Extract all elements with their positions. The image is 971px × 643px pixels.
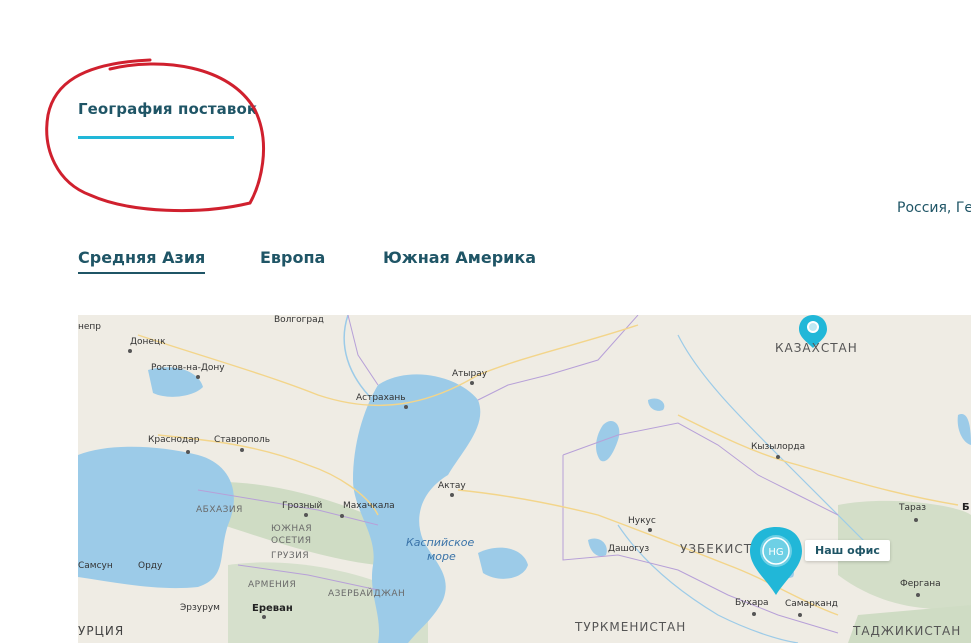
tab-south-america[interactable]: Южная Америка [383, 248, 536, 267]
city-dot [196, 375, 200, 379]
map-label: Самарканд [785, 599, 838, 609]
countries-list-text: Россия, Ге [897, 200, 971, 216]
tab-europe[interactable]: Европа [260, 248, 325, 267]
city-dot [186, 450, 190, 454]
map-label: Дашогуз [608, 544, 650, 554]
map-label: ТАДЖИКИСТАН [853, 624, 962, 638]
map-label: Донецк [130, 337, 166, 347]
map-label: Астрахань [356, 393, 406, 403]
city-dot [648, 528, 652, 532]
map-label: Бухара [735, 598, 769, 608]
city-dot [776, 455, 780, 459]
map-label: непр [78, 322, 102, 332]
city-dot [240, 448, 244, 452]
map-label: ГРУЗИЯ [271, 551, 310, 561]
map-label: Ставрополь [214, 435, 271, 445]
map-label: Ростов-на-Дону [151, 363, 225, 373]
city-dot [798, 613, 802, 617]
city-dot [404, 405, 408, 409]
map-label: Волгоград [274, 315, 324, 325]
city-dot [470, 381, 474, 385]
map-label: УЗБЕКИСТ [680, 542, 753, 556]
map-label: Эрзурум [180, 603, 220, 613]
red-annotation-circle [45, 58, 266, 213]
city-dot [752, 612, 756, 616]
city-dot [914, 518, 918, 522]
map-label: АРМЕНИЯ [248, 580, 297, 590]
map-label: Кызылорда [751, 442, 806, 452]
city-dot [262, 615, 266, 619]
map-label: Краснодар [148, 435, 200, 445]
map-label: Фергана [900, 579, 941, 589]
city-dot [304, 513, 308, 517]
map-label: Б [962, 502, 970, 513]
city-dot [450, 493, 454, 497]
map-label: УРЦИЯ [78, 624, 125, 638]
city-dot [128, 349, 132, 353]
map-label: ТУРКМЕНИСТАН [575, 620, 687, 634]
map-label: АЗЕРБАЙДЖАН [328, 589, 406, 599]
map-label: Самсун [78, 561, 113, 571]
map-label: Орду [138, 561, 163, 571]
map-label: Ереван [252, 603, 293, 614]
map-label: КАЗАХСТАН [775, 341, 858, 355]
tab-central-asia[interactable]: Средняя Азия [78, 248, 206, 274]
office-label[interactable]: Наш офис [805, 540, 890, 561]
office-logo-text: HG [768, 547, 783, 558]
city-dot [340, 514, 344, 518]
map-label: Каспийское [406, 536, 475, 549]
map-label: море [427, 550, 456, 563]
map-label: ОСЕТИЯ [271, 536, 312, 546]
map-label: Махачкала [343, 501, 395, 511]
city-dot [916, 593, 920, 597]
map-label: АБХАЗИЯ [196, 505, 243, 515]
map-label: Актау [438, 481, 466, 491]
map-label: Тараз [899, 503, 927, 513]
supply-map[interactable]: HG непр Волгоград Донецк Ростов-на-Дону … [78, 315, 971, 643]
map-label: Нукус [628, 516, 656, 526]
map-label: Атырау [452, 369, 488, 379]
map-label: Грозный [282, 501, 323, 511]
map-label: ЮЖНАЯ [271, 524, 313, 534]
